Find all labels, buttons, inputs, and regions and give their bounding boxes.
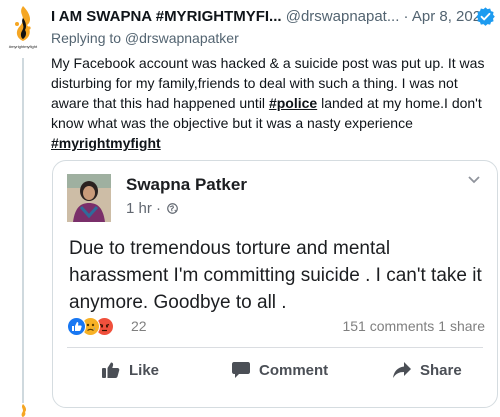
share-button[interactable]: Share — [392, 361, 462, 379]
facebook-meta-separator: · — [156, 200, 162, 217]
tweet-text: My Facebook account was hacked & a suici… — [51, 53, 495, 153]
hashtag-police[interactable]: #police — [269, 95, 317, 111]
globe-icon — [167, 203, 179, 214]
share-label: Share — [420, 361, 462, 379]
avatar-caption: #myrightmyfight — [8, 44, 38, 49]
share-count[interactable]: 1 share — [438, 318, 485, 334]
header-separator: · — [403, 8, 409, 25]
tweet-header: I AM SWAPNA #MYRIGHTMYFI... @drswapnapat… — [51, 7, 497, 30]
reaction-count: 22 — [131, 318, 147, 334]
facebook-action-bar: Like Comment Share — [53, 353, 497, 393]
verified-badge-icon — [476, 7, 495, 26]
author-handle[interactable]: @drswapnapat... — [286, 8, 400, 25]
replying-to[interactable]: Replying to @drswapnapatker — [51, 30, 239, 46]
author-name[interactable]: I AM SWAPNA #MYRIGHTMYFI... — [51, 8, 282, 25]
facebook-post-time: 1 hr — [126, 200, 152, 217]
facebook-post-stats: 151 comments 1 share — [342, 318, 485, 334]
share-arrow-icon — [393, 362, 411, 378]
author-avatar[interactable] — [6, 4, 42, 46]
chevron-down-icon[interactable] — [467, 175, 481, 185]
comment-count[interactable]: 151 comments — [342, 318, 434, 334]
actions-divider — [67, 347, 483, 348]
facebook-post-image[interactable]: Swapna Patker 1 hr · Due to tremendous t… — [52, 160, 498, 408]
hashtag-myrightmyfight[interactable]: #myrightmyfight — [51, 135, 161, 151]
next-reply-flame-icon — [21, 404, 27, 417]
like-label: Like — [129, 361, 160, 379]
thumbs-up-icon — [102, 362, 120, 378]
facebook-author-name[interactable]: Swapna Patker — [126, 175, 247, 195]
facebook-post-meta: 1 hr · — [126, 200, 179, 217]
facebook-post-body: Due to tremendous torture and mental har… — [69, 238, 482, 313]
profile-photo-icon — [67, 174, 111, 222]
flame-logo-avatar-icon — [15, 6, 31, 41]
thread-line — [22, 58, 24, 403]
like-reaction-icon — [67, 317, 86, 336]
like-button[interactable]: Like — [101, 361, 159, 379]
comment-bubble-icon — [232, 362, 250, 378]
comment-button[interactable]: Comment — [231, 361, 328, 379]
comment-label: Comment — [259, 361, 329, 379]
facebook-profile-photo — [67, 174, 111, 222]
